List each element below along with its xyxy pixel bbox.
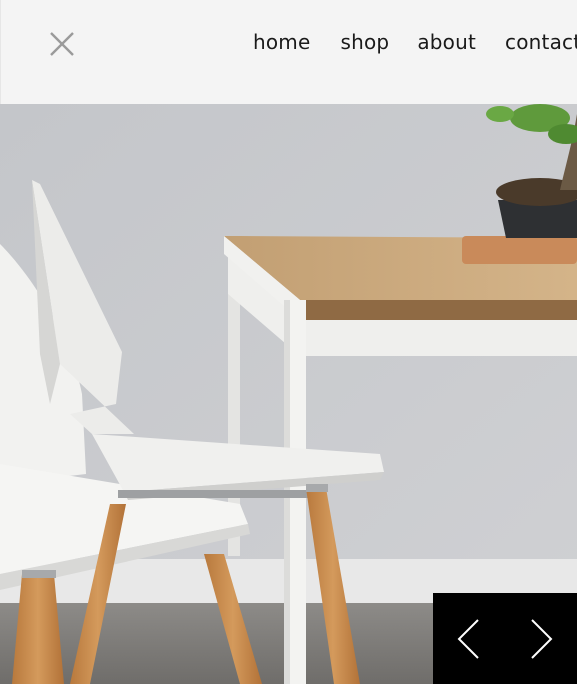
- nav-link-contact[interactable]: contact: [505, 30, 577, 54]
- chevron-left-icon: [457, 618, 479, 659]
- bonsai-tray: [462, 236, 577, 264]
- close-icon: [50, 32, 74, 56]
- nav-link-about[interactable]: about: [417, 30, 476, 54]
- close-menu-button[interactable]: [47, 29, 77, 59]
- page: home shop about contact: [0, 0, 577, 684]
- previous-slide-button[interactable]: [433, 593, 505, 684]
- chevron-right-icon: [531, 618, 553, 659]
- next-slide-button[interactable]: [505, 593, 577, 684]
- nav-link-home[interactable]: home: [253, 30, 311, 54]
- main-nav: home shop about contact: [253, 30, 577, 54]
- table-top-edge: [300, 300, 577, 320]
- nav-link-shop[interactable]: shop: [341, 30, 390, 54]
- slider-controls: [433, 593, 577, 684]
- top-navigation-bar: home shop about contact: [0, 0, 577, 104]
